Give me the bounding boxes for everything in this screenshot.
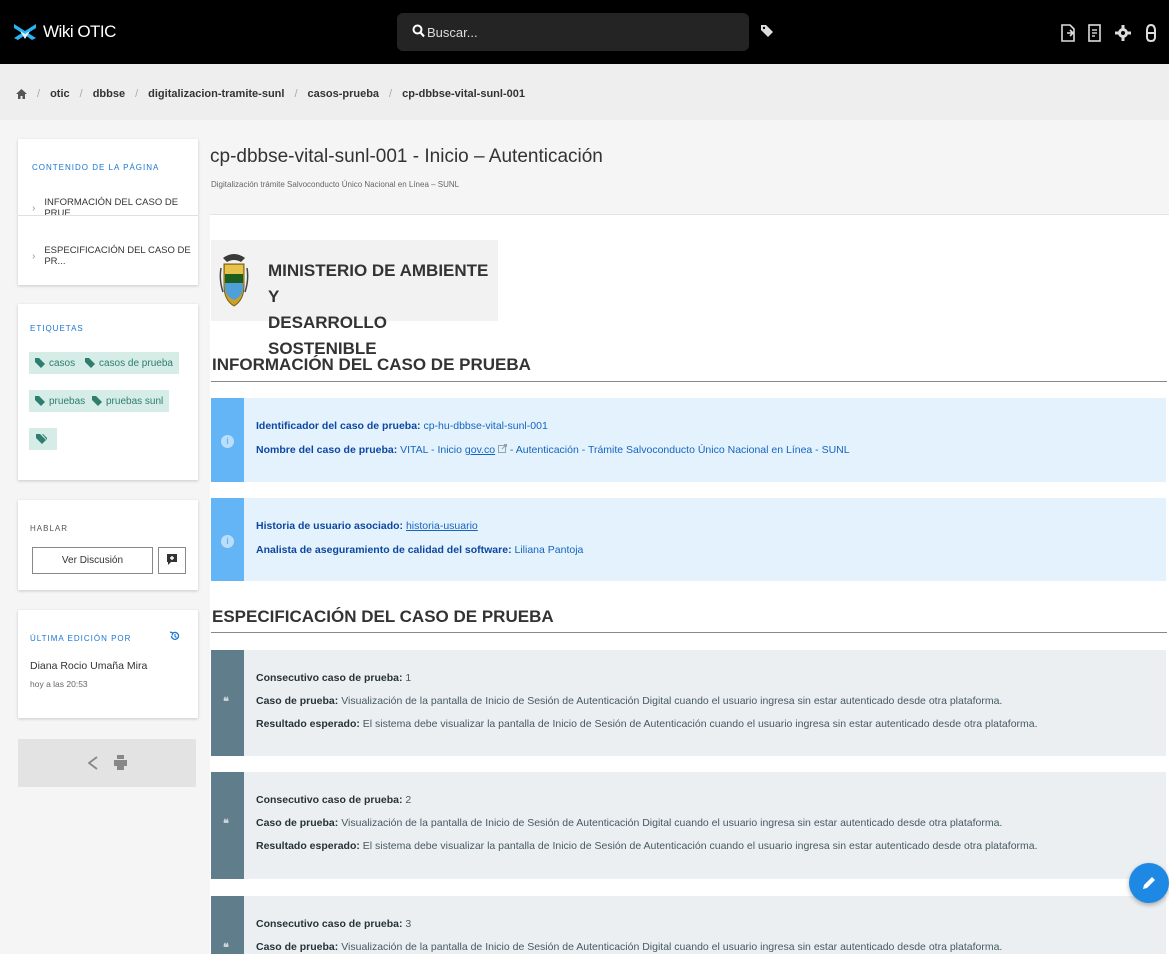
tag-pruebas[interactable]: pruebas	[29, 390, 92, 412]
app-title[interactable]: Wiki OTIC	[43, 22, 116, 42]
case-number: 2	[405, 794, 412, 806]
external-link-icon	[498, 444, 507, 453]
last-edit-card: ÚLTIMA EDICIÓN POR Diana Rocio Umaña Mir…	[18, 610, 198, 718]
section-divider	[211, 632, 1167, 633]
all-tags-button[interactable]	[29, 428, 57, 450]
search-bar[interactable]	[397, 13, 749, 51]
last-edit-author[interactable]: Diana Rocio Umaña Mira	[30, 660, 147, 672]
test-case-id: Identificador del caso de prueba: cp-hu-…	[256, 420, 548, 432]
toc-card: CONTENIDO DE LA PÁGINA › INFORMACIÓN DEL …	[18, 139, 198, 285]
chevron-right-icon: ›	[32, 250, 36, 262]
breadcrumb-item-otic[interactable]: otic	[50, 88, 70, 100]
tag-casos[interactable]: casos	[29, 352, 82, 374]
tag-icon	[35, 396, 45, 406]
user-story-link[interactable]: historia-usuario	[406, 520, 478, 532]
expected-result: El sistema debe visualizar la pantalla d…	[362, 840, 1038, 852]
tag-pruebas-sunl[interactable]: pruebas sunl	[86, 390, 170, 412]
case-description: Visualización de la pantalla de Inicio d…	[341, 695, 1003, 707]
info-section-heading: INFORMACIÓN DEL CASO DE PRUEBA	[212, 355, 531, 374]
tags-icon	[35, 433, 47, 444]
breadcrumb-separator: /	[37, 88, 41, 100]
case-description: Visualización de la pantalla de Inicio d…	[341, 817, 1003, 829]
new-page-icon[interactable]	[1057, 22, 1079, 44]
talk-card: HABLAR Ver Discusión	[18, 500, 198, 590]
home-icon[interactable]	[16, 89, 27, 99]
divider	[18, 215, 198, 216]
tag-icon	[35, 358, 45, 368]
logo-icon[interactable]	[14, 22, 36, 40]
search-icon	[412, 24, 425, 38]
edit-page-button[interactable]	[1129, 863, 1169, 903]
share-icon[interactable]	[88, 756, 98, 770]
breadcrumb-item-dbbse[interactable]: dbbse	[93, 88, 125, 100]
talk-title: HABLAR	[30, 524, 69, 533]
quote-icon: ❝	[223, 696, 229, 708]
tag-icon	[85, 358, 95, 368]
toc-item-especificacion[interactable]: › ESPECIFICACIÓN DEL CASO DE PR...	[32, 245, 198, 267]
search-input[interactable]	[427, 21, 727, 43]
top-bar: Wiki OTIC	[0, 0, 1169, 64]
quote-icon: ❝	[223, 818, 229, 830]
new-comment-button[interactable]	[158, 547, 186, 574]
toc-title: CONTENIDO DE LA PÁGINA	[32, 163, 160, 172]
breadcrumb-item-current[interactable]: cp-dbbse-vital-sunl-001	[402, 88, 525, 100]
case-description: Visualización de la pantalla de Inicio d…	[341, 941, 1003, 953]
info-box-story: i Historia de usuario asociado: historia…	[211, 498, 1166, 581]
spec-box-2: ❝ Consecutivo caso de prueba: 2 Caso de …	[211, 772, 1166, 879]
breadcrumb-separator: /	[389, 88, 393, 100]
spec-section-heading: ESPECIFICACIÓN DEL CASO DE PRUEBA	[212, 607, 554, 626]
info-icon: i	[221, 535, 234, 548]
page-header: cp-dbbse-vital-sunl-001 - Inicio – Auten…	[210, 120, 1169, 215]
account-icon[interactable]	[1140, 22, 1162, 44]
user-story: Historia de usuario asociado: historia-u…	[256, 520, 478, 532]
ministry-logo: MINISTERIO DE AMBIENTE Y DESARROLLO SOST…	[211, 240, 498, 358]
breadcrumb-separator: /	[79, 88, 83, 100]
qa-analyst: Analista de aseguramiento de calidad del…	[256, 544, 584, 556]
view-discussion-button[interactable]: Ver Discusión	[32, 547, 153, 574]
info-icon: i	[221, 435, 234, 448]
history-icon[interactable]	[169, 630, 181, 642]
test-case-name: Nombre del caso de prueba: VITAL - Inici…	[256, 444, 850, 456]
pencil-icon	[1143, 877, 1155, 889]
spec-box-3: ❝ Consecutivo caso de prueba: 3 Caso de …	[211, 896, 1166, 954]
case-number: 3	[405, 918, 412, 930]
breadcrumb-item-digitalizacion[interactable]: digitalizacion-tramite-sunl	[148, 88, 284, 100]
admin-gear-icon[interactable]	[1112, 22, 1134, 44]
spec-box-1: ❝ Consecutivo caso de prueba: 1 Caso de …	[211, 650, 1166, 756]
comment-plus-icon	[167, 554, 177, 565]
share-print-bar	[18, 739, 196, 787]
breadcrumb: / otic / dbbse / digitalizacion-tramite-…	[0, 64, 1169, 120]
breadcrumb-item-casos-prueba[interactable]: casos-prueba	[308, 88, 380, 100]
breadcrumb-separator: /	[135, 88, 139, 100]
last-edit-title: ÚLTIMA EDICIÓN POR	[30, 634, 132, 643]
ministry-title: MINISTERIO DE AMBIENTE Y DESARROLLO SOST…	[268, 261, 489, 358]
info-box-identifier: i Identificador del caso de prueba: cp-h…	[211, 398, 1166, 482]
chevron-right-icon: ›	[32, 202, 36, 214]
print-icon[interactable]	[114, 755, 127, 770]
tags-title: ETIQUETAS	[30, 324, 84, 333]
expected-result: El sistema debe visualizar la pantalla d…	[362, 718, 1038, 730]
quote-icon: ❝	[223, 942, 229, 954]
breadcrumb-separator: /	[294, 88, 298, 100]
section-divider	[211, 381, 1167, 382]
page-actions-icon[interactable]	[1084, 22, 1106, 44]
tag-casos-de-prueba[interactable]: casos de prueba	[79, 352, 179, 374]
case-number: 1	[405, 672, 412, 684]
tag-icon	[92, 396, 102, 406]
tags-icon[interactable]	[760, 24, 774, 38]
tags-card: ETIQUETAS casos casos de prueba pruebas …	[18, 304, 198, 480]
page-title: cp-dbbse-vital-sunl-001 - Inicio – Auten…	[210, 146, 603, 167]
page-subtitle: Digitalización trámite Salvoconducto Úni…	[211, 180, 460, 189]
gov-co-link[interactable]: gov.co	[465, 444, 495, 456]
coat-of-arms-icon	[219, 254, 249, 307]
last-edit-time: hoy a las 20:53	[30, 679, 88, 689]
